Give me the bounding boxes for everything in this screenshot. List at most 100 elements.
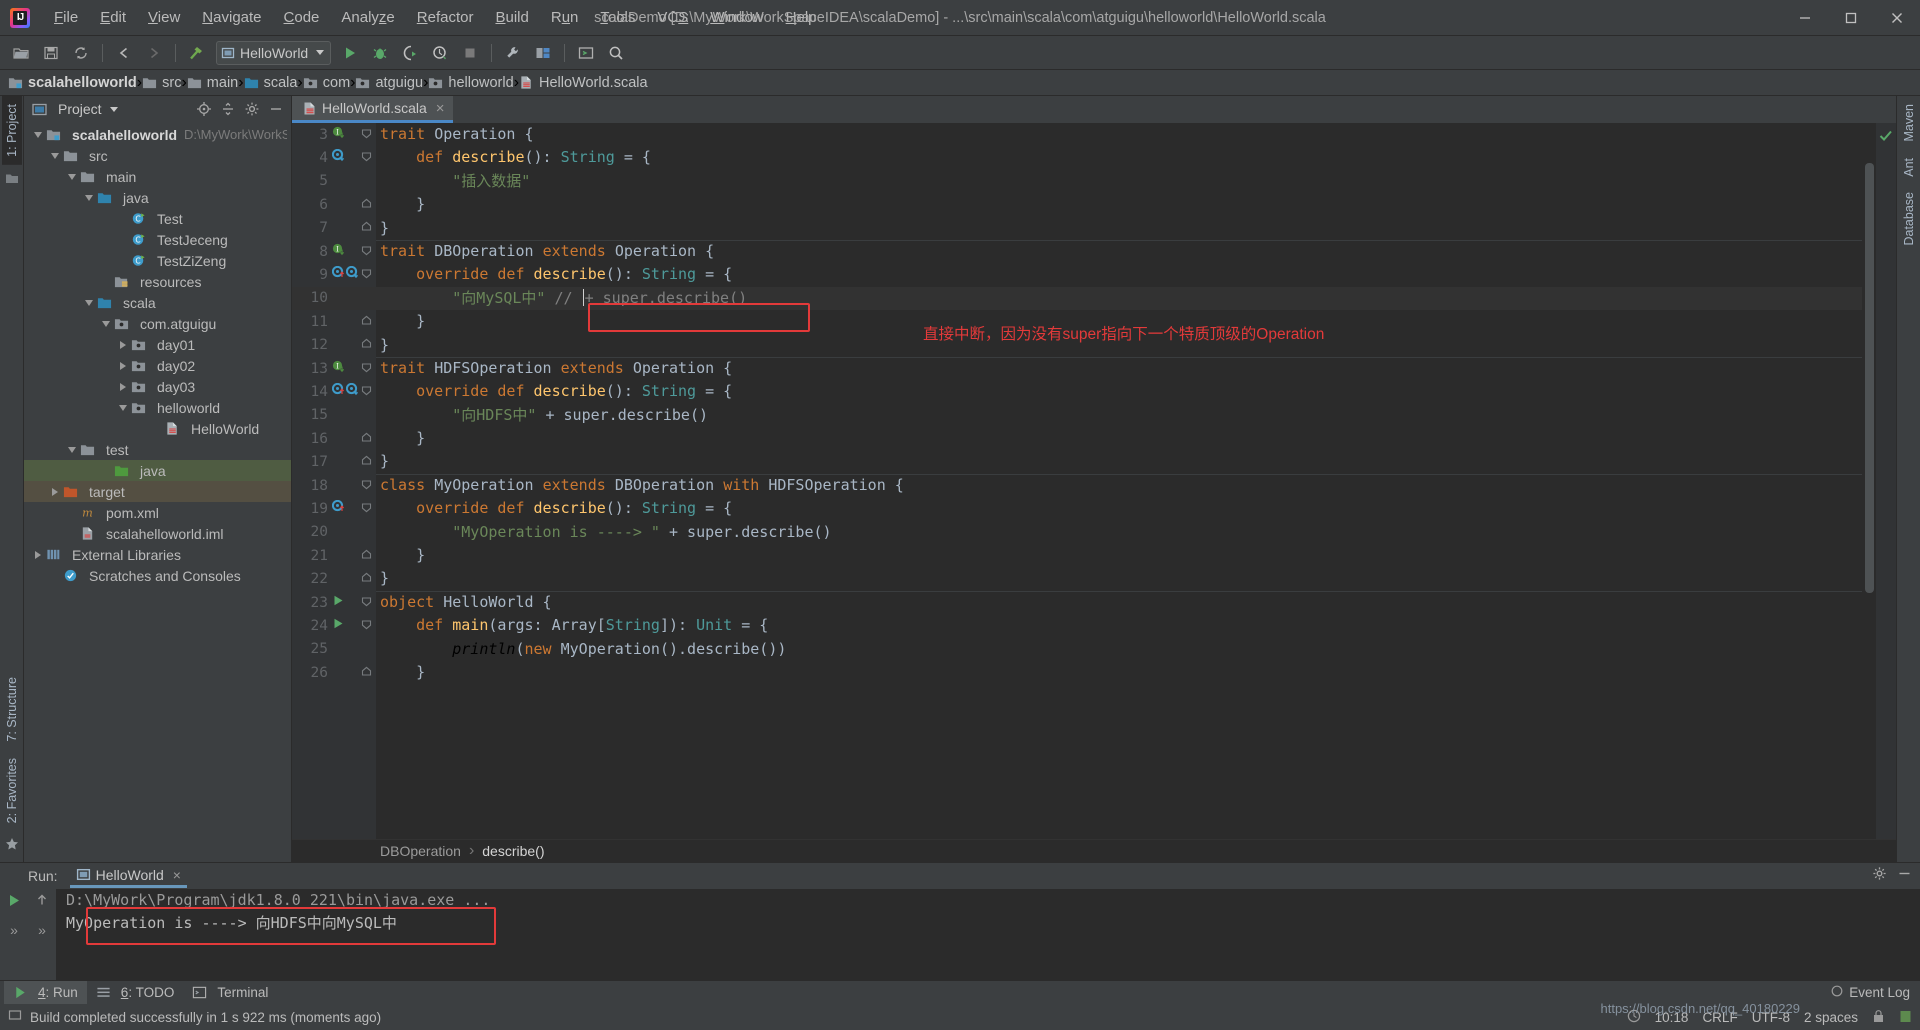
editor-breadcrumb-describe--[interactable]: describe() — [482, 843, 544, 859]
run-with-coverage-icon[interactable] — [397, 40, 423, 66]
chevron-down-icon[interactable] — [47, 145, 63, 166]
build-hammer-icon[interactable] — [184, 40, 210, 66]
rail-tab-favorites[interactable]: 2: Favorites — [2, 750, 22, 831]
hide-panel-icon[interactable] — [265, 98, 287, 120]
chevron-right-icon[interactable] — [47, 481, 63, 502]
gutter-line-15[interactable]: 15 — [292, 404, 376, 427]
maximize-button[interactable] — [1828, 0, 1874, 36]
search-everywhere-icon[interactable] — [603, 40, 629, 66]
breadcrumb-item-scalahelloworld[interactable]: scalahelloworld — [8, 75, 137, 91]
gutter-line-11[interactable]: 11 — [292, 310, 376, 333]
project-tree[interactable]: scalahelloworldD:\MyWork\WorkSpacsrcmain… — [24, 122, 291, 862]
tree-node-testjeceng[interactable]: C TestJeceng — [24, 229, 291, 250]
gutter-line-26[interactable]: 26 — [292, 661, 376, 684]
impl-green-icon[interactable]: I — [332, 360, 345, 378]
menu-item-build[interactable]: Build — [484, 6, 539, 30]
code-line-3[interactable]: trait Operation { — [376, 123, 1876, 146]
fold-close-icon[interactable] — [361, 430, 372, 448]
gutter-line-18[interactable]: 18 — [292, 474, 376, 497]
menu-item-help[interactable]: Help — [775, 6, 828, 30]
fold-close-icon[interactable] — [361, 547, 372, 565]
status-indent[interactable]: 2 spaces — [1804, 1010, 1858, 1025]
rail-tab-project[interactable]: 1: Project — [1, 96, 22, 165]
project-view-chevron-down-icon[interactable] — [109, 106, 118, 112]
run-configuration-selector[interactable]: HelloWorld — [216, 40, 332, 65]
code-line-6[interactable]: } — [376, 193, 1876, 216]
code-line-17[interactable]: } — [376, 450, 1876, 473]
gutter-line-12[interactable]: 12 — [292, 334, 376, 357]
gutter-line-3[interactable]: 3I — [292, 123, 376, 146]
tree-node-external-libraries[interactable]: External Libraries — [24, 544, 291, 565]
chevron-right-icon[interactable] — [115, 355, 131, 376]
code-line-9[interactable]: override def describe(): String = { — [376, 263, 1876, 286]
fold-open-icon[interactable] — [361, 594, 372, 612]
code-line-26[interactable]: } — [376, 661, 1876, 684]
tree-node-com-atguigu[interactable]: com.atguigu — [24, 313, 291, 334]
profile-icon[interactable] — [427, 40, 453, 66]
fold-open-icon[interactable] — [361, 126, 372, 144]
main-toolbar[interactable]: HelloWorld — [0, 36, 1920, 70]
menu-item-code[interactable]: Code — [273, 6, 331, 30]
editor-scrollbar-thumb[interactable] — [1865, 163, 1874, 593]
tree-node-main[interactable]: main — [24, 166, 291, 187]
chevron-down-icon[interactable] — [98, 313, 114, 334]
breadcrumb-item-helloworld[interactable]: helloworld — [428, 75, 514, 91]
menu-item-run[interactable]: Run — [540, 6, 590, 30]
close-icon[interactable]: × — [436, 101, 445, 116]
code-line-4[interactable]: def describe(): String = { — [376, 146, 1876, 169]
folder-rail-icon[interactable] — [5, 171, 19, 190]
forward-arrow-icon[interactable] — [141, 40, 167, 66]
gear-icon[interactable] — [1872, 866, 1887, 886]
run-panel-header-actions[interactable] — [1872, 866, 1920, 886]
breadcrumb-item-main[interactable]: main — [187, 75, 238, 91]
breadcrumb-item-helloworld-scala[interactable]: HelloWorld.scala — [519, 75, 648, 91]
chevron-right-icon[interactable] — [115, 334, 131, 355]
open-folder-icon[interactable] — [8, 40, 34, 66]
run-icon[interactable] — [337, 40, 363, 66]
override-blue-icon[interactable] — [331, 148, 345, 167]
code-line-20[interactable]: "MyOperation is ----> " + super.describe… — [376, 521, 1876, 544]
fold-close-icon[interactable] — [361, 570, 372, 588]
fold-open-icon[interactable] — [361, 477, 372, 495]
tree-node-day02[interactable]: day02 — [24, 355, 291, 376]
tree-node-resources[interactable]: resources — [24, 271, 291, 292]
code-line-25[interactable]: println(new MyOperation().describe()) — [376, 638, 1876, 661]
breadcrumb-item-scala[interactable]: scala — [244, 75, 297, 91]
gutter-line-10[interactable]: 10 — [292, 286, 376, 311]
editor-error-stripe[interactable] — [1876, 123, 1896, 839]
code-line-23[interactable]: object HelloWorld { — [376, 591, 1876, 614]
fold-open-icon[interactable] — [361, 360, 372, 378]
code-line-13[interactable]: trait HDFSOperation extends Operation { — [376, 357, 1876, 380]
terminal-icon[interactable] — [573, 40, 599, 66]
chevron-right-icon[interactable] — [115, 376, 131, 397]
window-controls[interactable] — [1782, 0, 1920, 35]
settings-wrench-icon[interactable] — [500, 40, 526, 66]
gutter-line-22[interactable]: 22 — [292, 567, 376, 590]
locate-target-icon[interactable] — [193, 98, 215, 120]
menu-item-view[interactable]: View — [137, 6, 191, 30]
fold-open-icon[interactable] — [361, 266, 372, 284]
collapse-all-icon[interactable] — [217, 98, 239, 120]
chevron-down-icon[interactable] — [316, 50, 325, 55]
gutter-line-23[interactable]: 23 — [292, 591, 376, 614]
sync-icon[interactable] — [68, 40, 94, 66]
menu-item-refactor[interactable]: Refactor — [406, 6, 485, 30]
stop-icon[interactable] — [457, 40, 483, 66]
rail-tab-structure[interactable]: 7: Structure — [2, 669, 22, 750]
fold-open-icon[interactable] — [361, 617, 372, 635]
tree-node-test[interactable]: C Test — [24, 208, 291, 229]
chevron-down-icon[interactable] — [115, 397, 131, 418]
gear-icon[interactable] — [241, 98, 263, 120]
chevron-down-icon[interactable] — [81, 292, 97, 313]
editor-tab-helloworld[interactable]: HelloWorld.scala × — [292, 96, 453, 123]
gutter-line-25[interactable]: 25 — [292, 638, 376, 661]
editor-breadcrumb-dboperation[interactable]: DBOperation — [380, 843, 461, 859]
gutter-line-7[interactable]: 7 — [292, 217, 376, 240]
menu-item-window[interactable]: Window — [699, 6, 774, 30]
override-blue-icon[interactable] — [345, 265, 359, 284]
rerun-icon[interactable] — [7, 893, 21, 912]
editor-tab-strip[interactable]: HelloWorld.scala × — [292, 96, 1896, 123]
gutter-line-5[interactable]: 5 — [292, 170, 376, 193]
fold-close-icon[interactable] — [361, 313, 372, 331]
code-line-14[interactable]: override def describe(): String = { — [376, 380, 1876, 403]
